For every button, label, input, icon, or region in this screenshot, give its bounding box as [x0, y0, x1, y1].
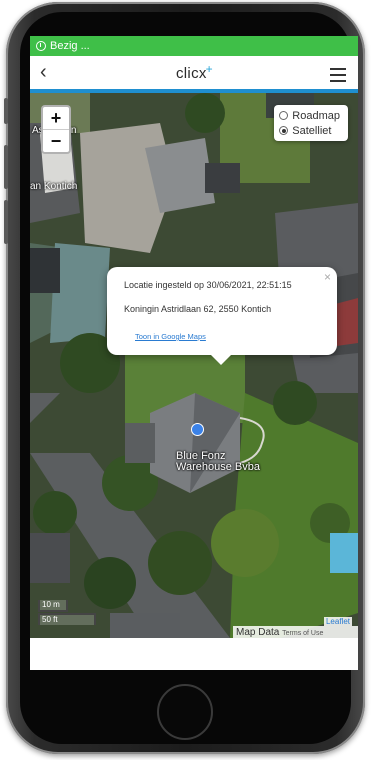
roadmap-label: Roadmap — [292, 109, 340, 122]
layer-control: Roadmap Satelliet — [274, 105, 348, 141]
zoom-in-button[interactable]: + — [43, 107, 69, 129]
map-attribution: Map Data Terms of Use — [233, 626, 358, 638]
roadmap-radio[interactable] — [279, 111, 289, 120]
status-bar: Bezig ... — [30, 36, 358, 56]
location-timestamp: Locatie ingesteld op 30/06/2021, 22:51:1… — [124, 280, 292, 290]
back-icon[interactable]: ‹ — [40, 62, 47, 82]
satellite-radio[interactable] — [279, 126, 289, 135]
clock-icon — [36, 41, 46, 51]
home-button[interactable] — [157, 684, 213, 740]
volume-up-button — [4, 145, 8, 189]
leaflet-attribution-link[interactable]: Leaflet — [323, 617, 352, 626]
google-maps-link[interactable]: Toon in Google Maps — [135, 332, 206, 341]
scale-feet: 50 ft — [38, 613, 96, 625]
scale-bar: 10 m 50 ft — [38, 600, 96, 625]
terms-link[interactable]: Terms of Use — [282, 630, 323, 637]
street-label-left: an Kontich — [30, 181, 78, 192]
hamburger-menu-icon[interactable] — [330, 68, 346, 86]
app-logo[interactable]: clicx+ — [176, 62, 214, 82]
place-label: Blue Fonz Warehouse Bvba — [176, 451, 260, 473]
satellite-label: Satelliet — [292, 124, 332, 137]
satellite-imagery — [30, 93, 358, 638]
app-screen: Bezig ... ‹ clicx+ an Kontich + − Roadma… — [30, 36, 358, 670]
logo-text: clicx — [176, 65, 207, 82]
map-data-label: Map Data — [236, 627, 280, 638]
zoom-control: + − — [41, 105, 71, 154]
satellite-map[interactable]: Astridlaan an Kontich + − Roadmap Satell… — [30, 93, 358, 638]
location-address: Koningin Astridlaan 62, 2550 Kontich — [124, 304, 272, 314]
layer-option-roadmap[interactable]: Roadmap — [279, 108, 340, 123]
volume-down-button — [4, 200, 8, 244]
volume-button — [4, 98, 8, 124]
app-header: ‹ clicx+ — [30, 56, 358, 90]
layer-option-satellite[interactable]: Satelliet — [279, 123, 340, 138]
scale-meters: 10 m — [38, 600, 68, 612]
place-label-line2: Warehouse Bvba — [176, 461, 260, 473]
logo-plus: + — [205, 62, 213, 76]
map-pin-icon[interactable] — [191, 423, 204, 436]
zoom-out-button[interactable]: − — [43, 129, 69, 152]
location-popup: × Locatie ingesteld op 30/06/2021, 22:51… — [107, 267, 337, 365]
status-text: Bezig ... — [50, 40, 90, 52]
close-icon[interactable]: × — [324, 270, 331, 284]
